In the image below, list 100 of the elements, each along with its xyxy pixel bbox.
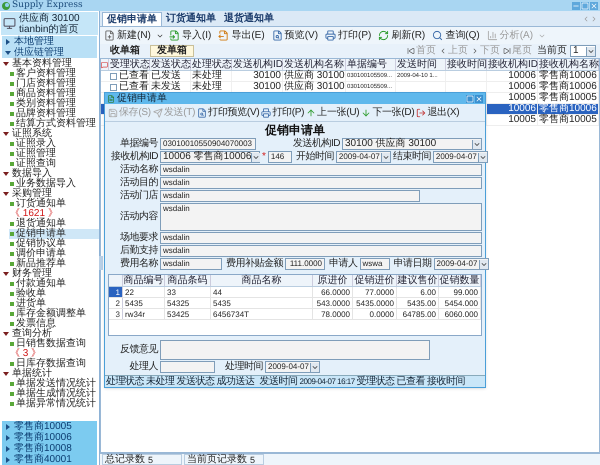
tree-item[interactable]: 单据发送情况统计	[9, 379, 99, 389]
row-checkbox[interactable]	[110, 84, 117, 90]
tab[interactable]: 促销申请单	[102, 12, 162, 26]
tree-group[interactable]: 单据统计	[12, 369, 52, 379]
section-header[interactable]: 零售商10005	[2, 421, 97, 432]
tree-item[interactable]: 进货单	[9, 299, 99, 309]
column-header[interactable]: 接收机构ID	[487, 59, 538, 70]
column-header[interactable]: 发送机构ID	[232, 59, 283, 70]
tab[interactable]: 订货通知单	[162, 12, 220, 26]
tree-item[interactable]: 单据生成情况统计	[9, 389, 99, 399]
text-field[interactable]	[160, 361, 215, 373]
column-header[interactable]: 商品编号	[123, 275, 165, 286]
tree-group[interactable]: 证照系统	[12, 129, 52, 139]
toolbar-button[interactable]: 上一张(U)	[306, 108, 360, 118]
column-header[interactable]: 建议售价	[397, 275, 439, 286]
toolbar-button[interactable]: 查询(Q)	[430, 30, 482, 41]
tree-item[interactable]: 订货通知单 《 1621 》	[9, 199, 99, 219]
close-icon[interactable]	[590, 2, 598, 10]
text-field[interactable]: 10006 零售商10006	[160, 151, 260, 163]
expand-arrow-icon[interactable]	[3, 61, 9, 67]
tree-item[interactable]: 单据异常情况统计	[9, 399, 99, 409]
expand-arrow-icon[interactable]	[5, 50, 11, 56]
text-field[interactable]: 2009-04-07	[265, 361, 320, 373]
toolbar-button[interactable]: 导入(I)	[166, 30, 214, 41]
expand-arrow-icon[interactable]	[3, 371, 9, 377]
text-field[interactable]: 146	[268, 151, 292, 163]
section-header[interactable]: 零售商10008	[2, 443, 97, 454]
column-header[interactable]: 原进价	[313, 275, 353, 286]
text-field[interactable]: 2009-04-07	[432, 151, 488, 163]
tree-group[interactable]: 查询分析	[12, 329, 52, 339]
section-header[interactable]: 零售商40001	[2, 454, 97, 465]
tree-group[interactable]: 财务管理	[12, 269, 52, 279]
column-header[interactable]: 商品名称	[211, 275, 313, 286]
text-field[interactable]: 111.0000	[285, 258, 325, 270]
text-field[interactable]: 2009-04-07	[336, 151, 391, 163]
tree-item[interactable]: 促销申请单	[9, 229, 99, 239]
tree-group[interactable]: 采购管理	[12, 189, 52, 199]
maximize-icon[interactable]	[466, 94, 474, 102]
home-link[interactable]: tianbin的首页	[19, 24, 80, 34]
tree-item[interactable]: 验收单	[9, 289, 99, 299]
tree-item[interactable]: 结算方式资料管理	[9, 119, 99, 129]
expand-arrow-icon[interactable]	[3, 331, 9, 337]
text-field[interactable]: 30100 供应商 30100	[342, 138, 482, 150]
expand-arrow-icon[interactable]	[5, 424, 11, 430]
column-header[interactable]: 受理状态	[109, 59, 150, 70]
section-header[interactable]: 零售商10006	[2, 432, 97, 443]
toolbar-button[interactable]: 刷新(R)	[376, 30, 428, 41]
section-header[interactable]: 供应链管理	[2, 47, 97, 58]
text-field[interactable]: wsdalin	[160, 245, 482, 257]
tree-item[interactable]: 新品推荐单	[9, 259, 99, 269]
toolbar-button[interactable]: 下一张(D)	[361, 108, 414, 118]
text-field[interactable]: 2009-04-07	[434, 258, 488, 270]
close-icon[interactable]	[475, 94, 483, 102]
tree-group[interactable]: 数据导入	[12, 169, 52, 179]
section-header[interactable]: 本地管理	[2, 36, 97, 47]
text-field[interactable]: 03010010550904070003	[160, 138, 256, 150]
row-number[interactable]: 1	[109, 287, 123, 297]
toolbar-button[interactable]: 新建(N)	[102, 30, 153, 41]
text-field[interactable]: wswa	[360, 258, 390, 270]
expand-arrow-icon[interactable]	[3, 171, 9, 177]
text-field[interactable]: wsdalin	[160, 258, 222, 270]
tree-item[interactable]: 发票信息	[9, 319, 99, 329]
text-area[interactable]: wsdalin	[160, 203, 482, 231]
feedback-area[interactable]	[160, 340, 430, 360]
row-checkbox[interactable]	[110, 72, 117, 80]
page-select[interactable]: 1	[570, 45, 596, 57]
expand-arrow-icon[interactable]	[5, 434, 11, 440]
toolbar-button[interactable]: 打印(P)	[323, 30, 374, 41]
column-header[interactable]: 处理状态	[191, 59, 232, 70]
column-header[interactable]: 商品条码	[165, 275, 211, 286]
tab[interactable]: 退货通知单	[220, 12, 278, 26]
column-header[interactable]: 促销数量	[439, 275, 481, 286]
column-header[interactable]: 发送时间	[396, 59, 446, 70]
expand-arrow-icon[interactable]	[3, 271, 9, 277]
tree-item[interactable]: 客户资料管理	[9, 69, 99, 79]
tree-item[interactable]: 门店资料管理	[9, 79, 99, 89]
tree-item[interactable]: 证照录入	[9, 139, 99, 149]
expand-arrow-icon[interactable]	[3, 191, 9, 197]
tree-item[interactable]: 调价申请单	[9, 249, 99, 259]
column-header[interactable]: 发送状态	[150, 59, 191, 70]
toolbar-button[interactable]: 打印(P)	[261, 108, 304, 118]
column-header[interactable]: 接收时间	[446, 59, 487, 70]
tree-item[interactable]: 日销售数据查询 《 3 》	[9, 339, 99, 359]
toolbar-button[interactable]: 预览(V)	[270, 30, 320, 41]
box-tab[interactable]: 发单箱	[150, 45, 194, 57]
expand-arrow-icon[interactable]	[5, 38, 11, 44]
tree-item[interactable]: 日库存数据查询	[9, 359, 99, 369]
text-field[interactable]: wsdalin	[160, 177, 482, 189]
text-field[interactable]: wsdalin	[160, 232, 482, 244]
tree-item[interactable]: 商品资料管理	[9, 89, 99, 99]
column-header[interactable]: 发送机构名称	[283, 59, 346, 70]
row-number[interactable]: 3	[109, 309, 123, 319]
tree-item[interactable]: 证照管理	[9, 149, 99, 159]
text-field[interactable]: wsdalin	[160, 164, 482, 176]
column-header[interactable]: 接收机构名称	[538, 59, 599, 70]
box-tab[interactable]: 收单箱	[104, 45, 146, 57]
tree-item[interactable]: 业务数据导入	[9, 179, 99, 189]
toolbar-button[interactable]: 导出(E)	[216, 30, 267, 41]
expand-arrow-icon[interactable]	[5, 456, 11, 462]
expand-arrow-icon[interactable]	[5, 446, 11, 452]
